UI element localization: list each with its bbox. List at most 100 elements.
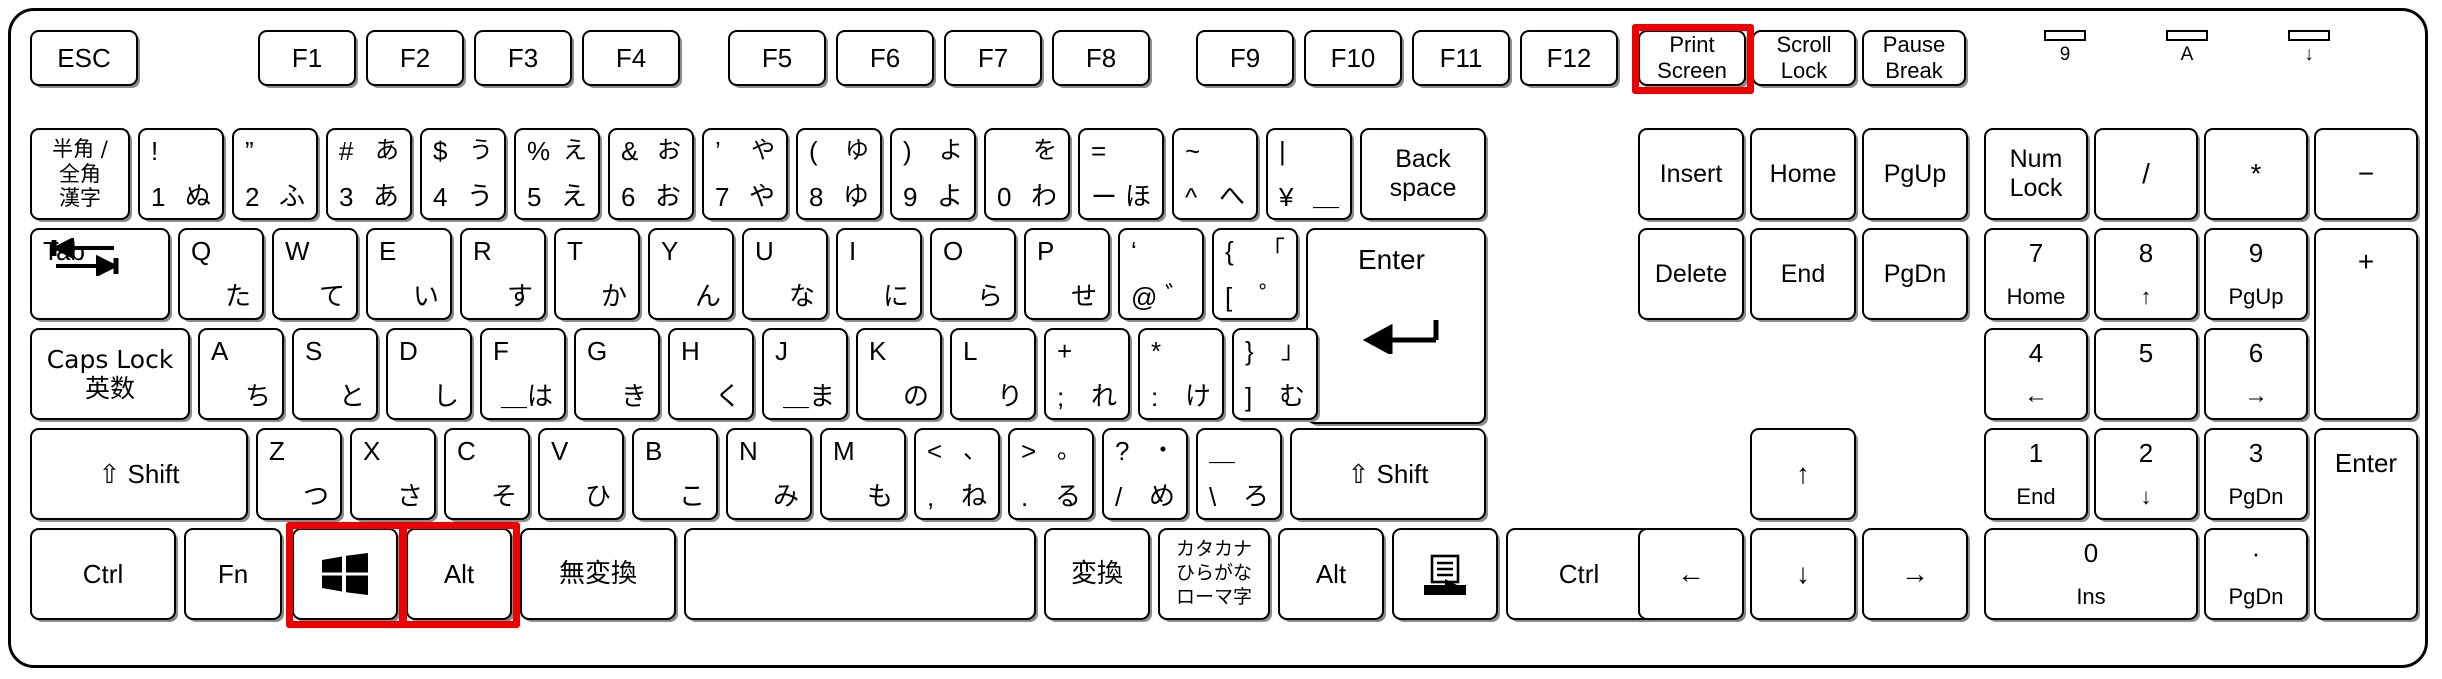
key-windows[interactable] (292, 528, 398, 620)
key-backspace[interactable]: Back space (1360, 128, 1486, 220)
key-f2[interactable]: F2 (366, 30, 464, 86)
key-z[interactable]: Z つ (256, 428, 342, 520)
key-digit-9[interactable]: ) よ 9 よ (890, 128, 976, 220)
key-c[interactable]: C そ (444, 428, 530, 520)
key-esc[interactable]: ESC (30, 30, 138, 86)
key-f12[interactable]: F12 (1520, 30, 1618, 86)
key-scroll-lock[interactable]: Scroll Lock (1752, 30, 1856, 86)
key-numpad-divide[interactable]: / (2094, 128, 2198, 220)
key-g[interactable]: G き (574, 328, 660, 420)
key-f[interactable]: F ＿は (480, 328, 566, 420)
key-hankaku-zenkaku[interactable]: 半角 / 全角 漢字 (30, 128, 130, 220)
key-colon[interactable]: * : け (1138, 328, 1224, 420)
key-f5[interactable]: F5 (728, 30, 826, 86)
key-d[interactable]: D し (386, 328, 472, 420)
key-semicolon[interactable]: + ; れ (1044, 328, 1130, 420)
key-pgdn[interactable]: PgDn (1862, 228, 1968, 320)
key-numpad-9[interactable]: 9 PgUp (2204, 228, 2308, 320)
key-numpad-4[interactable]: 4 ← (1984, 328, 2088, 420)
key-y[interactable]: Y ん (648, 228, 734, 320)
key-digit-6[interactable]: & お 6 お (608, 128, 694, 220)
key-u[interactable]: U な (742, 228, 828, 320)
key-space[interactable] (684, 528, 1036, 620)
key-l[interactable]: L り (950, 328, 1036, 420)
key-digit-4[interactable]: $ う 4 う (420, 128, 506, 220)
key-digit-2[interactable]: ” 2 ふ (232, 128, 318, 220)
key-w[interactable]: W て (272, 228, 358, 320)
key-o[interactable]: O ら (930, 228, 1016, 320)
key-numpad-period[interactable]: · PgDn (2204, 528, 2308, 620)
key-alt-right[interactable]: Alt (1278, 528, 1384, 620)
key-v[interactable]: V ひ (538, 428, 624, 520)
key-h[interactable]: H く (668, 328, 754, 420)
key-numpad-multiply[interactable]: * (2204, 128, 2308, 220)
key-f8[interactable]: F8 (1052, 30, 1150, 86)
key-arrow-right[interactable]: → (1862, 528, 1968, 620)
key-numpad-6[interactable]: 6 → (2204, 328, 2308, 420)
key-comma[interactable]: < 、 , ね (914, 428, 1000, 520)
key-f6[interactable]: F6 (836, 30, 934, 86)
key-pgup[interactable]: PgUp (1862, 128, 1968, 220)
key-digit-5[interactable]: % え 5 え (514, 128, 600, 220)
key-a[interactable]: A ち (198, 328, 284, 420)
key-arrow-left[interactable]: ← (1638, 528, 1744, 620)
key-r[interactable]: R す (460, 228, 546, 320)
key-digit-3[interactable]: # あ 3 あ (326, 128, 412, 220)
key-ctrl-left[interactable]: Ctrl (30, 528, 176, 620)
key-end[interactable]: End (1750, 228, 1856, 320)
key-arrow-up[interactable]: ↑ (1750, 428, 1856, 520)
key-f3[interactable]: F3 (474, 30, 572, 86)
key-shift-left[interactable]: ⇧ Shift (30, 428, 248, 520)
key-numpad-8[interactable]: 8 ↑ (2094, 228, 2198, 320)
key-period[interactable]: > 。 . る (1008, 428, 1094, 520)
key-caps-lock[interactable]: Caps Lock 英数 (30, 328, 190, 420)
key-j[interactable]: J ＿ま (762, 328, 848, 420)
key-enter[interactable]: Enter (1306, 228, 1486, 424)
key-numpad-7[interactable]: 7 Home (1984, 228, 2088, 320)
key-bracket-right[interactable]: } 」 ] む (1232, 328, 1318, 420)
key-e[interactable]: E い (366, 228, 452, 320)
key-numpad-enter[interactable]: Enter (2314, 428, 2418, 620)
key-numpad-minus[interactable]: − (2314, 128, 2418, 220)
key-delete[interactable]: Delete (1638, 228, 1744, 320)
key-f11[interactable]: F11 (1412, 30, 1510, 86)
key-numpad-3[interactable]: 3 PgDn (2204, 428, 2308, 520)
key-muhenkan[interactable]: 無変換 (520, 528, 676, 620)
key-yen[interactable]: | ¥ ＿ (1266, 128, 1352, 220)
key-numpad-plus[interactable]: + (2314, 228, 2418, 420)
key-print-screen[interactable]: Print Screen (1638, 30, 1746, 86)
key-at[interactable]: ‘ @ ゛ (1118, 228, 1204, 320)
key-shift-right[interactable]: ⇧ Shift (1290, 428, 1486, 520)
key-insert[interactable]: Insert (1638, 128, 1744, 220)
key-q[interactable]: Q た (178, 228, 264, 320)
key-k[interactable]: K の (856, 328, 942, 420)
key-digit-7[interactable]: ’ や 7 や (702, 128, 788, 220)
key-p[interactable]: P せ (1024, 228, 1110, 320)
key-digit-0[interactable]: を 0 わ (984, 128, 1070, 220)
key-digit-1[interactable]: ! 1 ぬ (138, 128, 224, 220)
key-menu[interactable] (1392, 528, 1498, 620)
key-pause-break[interactable]: Pause Break (1862, 30, 1966, 86)
key-tab[interactable]: Tab (30, 228, 170, 320)
key-alt-left[interactable]: Alt (406, 528, 512, 620)
key-numpad-0[interactable]: 0 Ins (1984, 528, 2198, 620)
key-s[interactable]: S と (292, 328, 378, 420)
key-slash[interactable]: ? ・ / め (1102, 428, 1188, 520)
key-numpad-5[interactable]: 5 (2094, 328, 2198, 420)
key-numpad-2[interactable]: 2 ↓ (2094, 428, 2198, 520)
key-henkan[interactable]: 変換 (1044, 528, 1150, 620)
key-minus[interactable]: = ー ほ (1078, 128, 1164, 220)
key-digit-8[interactable]: ( ゆ 8 ゆ (796, 128, 882, 220)
key-ctrl-right[interactable]: Ctrl (1506, 528, 1652, 620)
key-caret[interactable]: ~ ^ へ (1172, 128, 1258, 220)
key-b[interactable]: B こ (632, 428, 718, 520)
key-f1[interactable]: F1 (258, 30, 356, 86)
key-i[interactable]: I に (836, 228, 922, 320)
key-m[interactable]: M も (820, 428, 906, 520)
key-katakana-hiragana[interactable]: カタカナ ひらがな ローマ字 (1158, 528, 1270, 620)
key-f9[interactable]: F9 (1196, 30, 1294, 86)
key-f10[interactable]: F10 (1304, 30, 1402, 86)
key-home[interactable]: Home (1750, 128, 1856, 220)
key-backslash-ro[interactable]: ＿ \ ろ (1196, 428, 1282, 520)
key-f7[interactable]: F7 (944, 30, 1042, 86)
